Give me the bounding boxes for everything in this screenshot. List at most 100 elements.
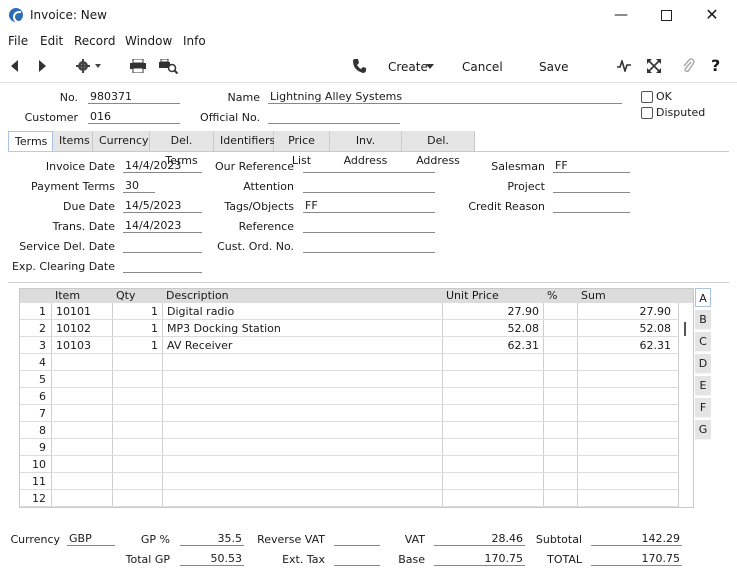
percent-cell[interactable] [546, 473, 574, 490]
invoice-date-field[interactable]: 14/4/2023 [123, 159, 202, 173]
close-icon[interactable]: ✕ [697, 5, 727, 25]
unit-price-cell[interactable] [445, 422, 539, 439]
tab-items[interactable]: Items [53, 131, 93, 151]
side-tab-b[interactable]: B [695, 310, 711, 330]
side-tab-g[interactable]: G [695, 420, 711, 440]
gear-icon[interactable] [76, 59, 102, 73]
percent-cell[interactable] [546, 303, 574, 320]
description-cell[interactable] [167, 371, 439, 388]
sum-cell[interactable]: 27.90 [580, 303, 672, 320]
percent-cell[interactable] [546, 405, 574, 422]
qty-cell[interactable]: 1 [114, 303, 158, 320]
sum-cell[interactable] [580, 371, 671, 388]
percent-cell[interactable] [546, 422, 574, 439]
sum-cell[interactable] [580, 490, 671, 507]
qty-cell[interactable] [114, 422, 158, 439]
disputed-checkbox[interactable] [641, 107, 653, 119]
description-cell[interactable] [167, 422, 439, 439]
description-cell[interactable] [167, 354, 439, 371]
menu-edit[interactable]: Edit [40, 34, 63, 48]
qty-cell[interactable] [114, 490, 158, 507]
unit-price-cell[interactable] [445, 405, 539, 422]
unit-price-cell[interactable] [445, 473, 539, 490]
cancel-button[interactable]: Cancel [462, 60, 503, 74]
service-del-date-field[interactable] [123, 239, 202, 253]
item-cell[interactable] [56, 388, 110, 405]
qty-cell[interactable] [114, 388, 158, 405]
tab-currency[interactable]: Currency [93, 131, 150, 151]
description-cell[interactable] [167, 490, 439, 507]
item-cell[interactable]: 10103 [56, 337, 110, 354]
ok-checkbox[interactable] [641, 91, 653, 103]
next-record-icon[interactable] [37, 60, 47, 72]
description-cell[interactable]: AV Receiver [167, 337, 439, 354]
menu-window[interactable]: Window [125, 34, 172, 48]
sum-cell[interactable] [580, 405, 671, 422]
sum-cell[interactable] [580, 456, 671, 473]
percent-cell[interactable] [546, 320, 574, 337]
side-tab-a[interactable]: A [695, 288, 711, 307]
expand-icon[interactable] [647, 59, 661, 73]
help-icon[interactable]: ? [711, 56, 720, 75]
qty-cell[interactable] [114, 354, 158, 371]
item-cell[interactable] [56, 422, 110, 439]
description-cell[interactable] [167, 405, 439, 422]
side-tab-e[interactable]: E [695, 376, 711, 396]
sum-cell[interactable] [580, 388, 671, 405]
due-date-field[interactable]: 14/5/2023 [123, 199, 202, 213]
print-preview-icon[interactable] [158, 59, 178, 74]
official-no-field[interactable] [268, 110, 400, 124]
qty-cell[interactable] [114, 439, 158, 456]
tab-inv-address[interactable]: Inv. Address [330, 131, 402, 167]
qty-cell[interactable] [114, 405, 158, 422]
item-cell[interactable] [56, 439, 110, 456]
attention-field[interactable] [303, 179, 435, 193]
previous-record-icon[interactable] [10, 60, 20, 72]
currency-field[interactable]: GBP [67, 532, 115, 546]
payment-terms-field[interactable]: 30 [123, 179, 155, 193]
create-button[interactable]: Create [388, 60, 428, 74]
unit-price-cell[interactable] [445, 456, 539, 473]
sum-cell[interactable] [580, 439, 671, 456]
side-tab-d[interactable]: D [695, 354, 711, 374]
tab-del-address[interactable]: Del. Address [402, 131, 475, 167]
exp-clearing-date-field[interactable] [123, 259, 202, 273]
qty-cell[interactable] [114, 473, 158, 490]
print-icon[interactable] [130, 59, 146, 73]
sum-cell[interactable]: 52.08 [580, 320, 672, 337]
qty-cell[interactable] [114, 371, 158, 388]
description-cell[interactable] [167, 473, 439, 490]
save-button[interactable]: Save [539, 60, 568, 74]
percent-cell[interactable] [546, 439, 574, 456]
chevron-down-icon[interactable] [426, 64, 434, 69]
qty-cell[interactable] [114, 456, 158, 473]
tab-del-terms[interactable]: Del. Terms [150, 131, 214, 167]
tags-objects-field[interactable]: FF [303, 199, 435, 213]
grid-scrollbar[interactable] [684, 322, 686, 336]
percent-cell[interactable] [546, 371, 574, 388]
reverse-vat-field[interactable] [334, 532, 380, 546]
percent-cell[interactable] [546, 337, 574, 354]
minimize-icon[interactable]: — [606, 5, 636, 25]
percent-cell[interactable] [546, 490, 574, 507]
salesman-field[interactable]: FF [553, 159, 630, 173]
ext-tax-field[interactable] [334, 552, 380, 566]
unit-price-cell[interactable] [445, 490, 539, 507]
project-field[interactable] [553, 179, 630, 193]
item-cell[interactable] [56, 354, 110, 371]
customer-field[interactable]: 016 [88, 110, 180, 124]
menu-file[interactable]: File [8, 34, 28, 48]
unit-price-cell[interactable]: 27.90 [445, 303, 540, 320]
name-field[interactable]: Lightning Alley Systems [268, 90, 622, 104]
unit-price-cell[interactable] [445, 439, 539, 456]
item-cell[interactable] [56, 405, 110, 422]
no-field[interactable]: 980371 [88, 90, 180, 104]
trans-date-field[interactable]: 14/4/2023 [123, 219, 202, 233]
reference-field[interactable] [303, 219, 435, 233]
unit-price-cell[interactable] [445, 388, 539, 405]
side-tab-f[interactable]: F [695, 398, 711, 418]
item-cell[interactable]: 10102 [56, 320, 110, 337]
phone-icon[interactable] [352, 58, 366, 74]
tab-identifiers[interactable]: Identifiers [214, 131, 275, 151]
cust-ord-no-field[interactable] [303, 239, 435, 253]
